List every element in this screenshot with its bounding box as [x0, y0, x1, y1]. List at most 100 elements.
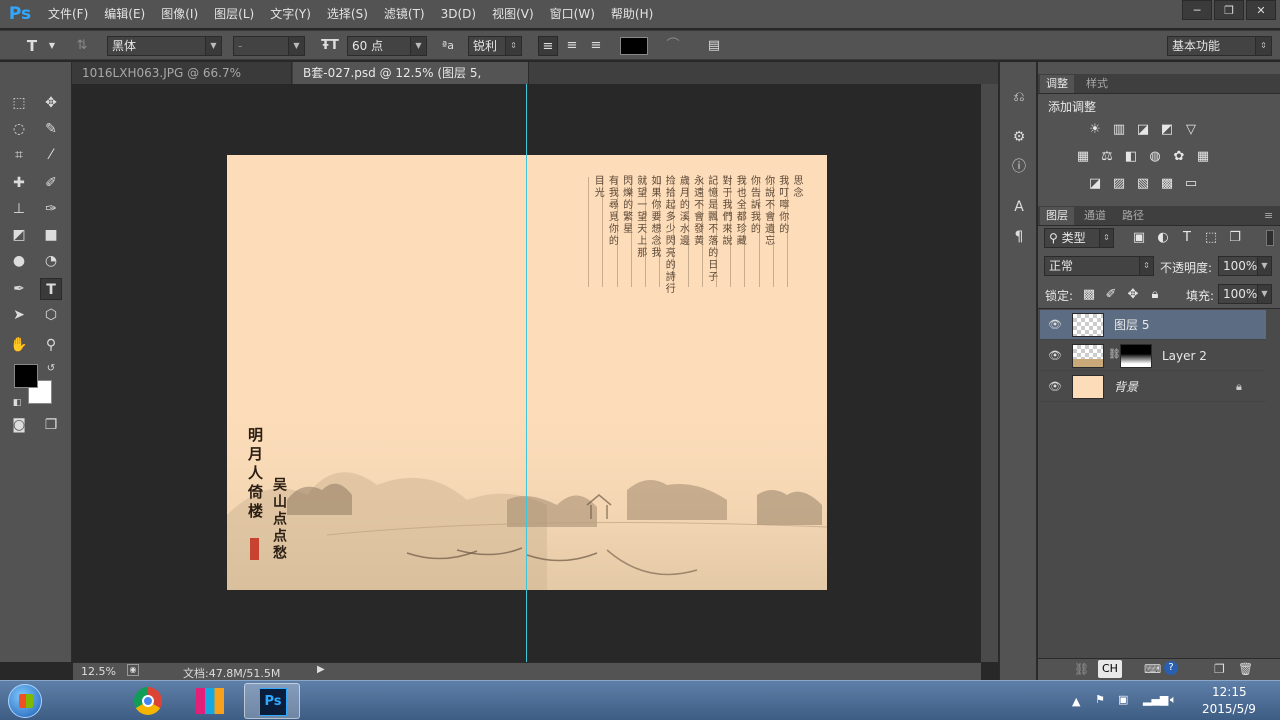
layer-row-5[interactable]: 👁︎ 图层 5 — [1040, 310, 1266, 340]
minimize-button[interactable]: ─ — [1182, 0, 1212, 20]
tab-layers[interactable]: 图层 — [1040, 207, 1074, 225]
close-window-button[interactable]: ✕ — [1246, 0, 1276, 20]
lock-pixels-icon[interactable]: ✐ — [1102, 287, 1120, 303]
new-layer-icon[interactable]: ❐ — [1214, 662, 1225, 676]
layer-row-background[interactable]: 👁︎ 背景 🔒︎ — [1040, 372, 1266, 402]
delete-layer-icon[interactable]: 🗑︎ — [1238, 662, 1253, 676]
channel-mixer-icon[interactable]: ✿ — [1170, 149, 1188, 165]
menu-layer[interactable]: 图层(L) — [206, 0, 262, 28]
hand-tool-icon[interactable]: ✋ — [8, 334, 30, 356]
path-select-tool-icon[interactable]: ➤ — [8, 304, 30, 326]
fill-input[interactable]: 100% ▼ — [1218, 284, 1272, 304]
ime-indicator[interactable]: CH — [1098, 660, 1122, 678]
status-info-icon[interactable]: ◉ — [127, 664, 139, 676]
quick-mask-icon[interactable]: ◙ — [8, 414, 30, 436]
brightness-icon[interactable]: ☀ — [1086, 122, 1104, 138]
layer-name[interactable]: 背景 — [1114, 372, 1138, 402]
restore-button[interactable]: ❐ — [1214, 0, 1244, 20]
menu-3d[interactable]: 3D(D) — [433, 0, 484, 28]
lock-position-icon[interactable]: ✥ — [1124, 287, 1142, 303]
gradient-tool-icon[interactable]: ■ — [40, 224, 62, 246]
dodge-tool-icon[interactable]: ◔ — [40, 250, 62, 272]
opacity-input[interactable]: 100% ▼ — [1218, 256, 1272, 276]
taskbar-photoshop[interactable]: Ps — [244, 683, 300, 719]
menu-help[interactable]: 帮助(H) — [603, 0, 661, 28]
calligraphy-line-2[interactable]: 吴山点点愁 — [269, 477, 289, 562]
swap-colors-icon[interactable]: ↺ — [40, 358, 62, 380]
character-panel-icon[interactable]: ▤ — [704, 36, 724, 56]
start-button[interactable] — [8, 684, 42, 718]
move-tool-icon[interactable]: ✥ — [40, 92, 62, 114]
quick-select-tool-icon[interactable]: ✎ — [40, 118, 62, 140]
visibility-eye-icon[interactable]: 👁︎ — [1048, 318, 1062, 332]
text-color-swatch[interactable] — [620, 37, 648, 55]
vertical-guide-line[interactable] — [526, 84, 527, 662]
tab-channels[interactable]: 通道 — [1078, 207, 1112, 225]
menu-type[interactable]: 文字(Y) — [262, 0, 319, 28]
info-panel-icon[interactable]: ⓘ — [1010, 158, 1028, 176]
layer-row-2[interactable]: 👁︎ ⛓ Layer 2 — [1040, 341, 1266, 371]
align-right-icon[interactable]: ≡ — [586, 36, 606, 56]
align-left-icon[interactable]: ≡ — [538, 36, 558, 56]
filter-pixel-icon[interactable]: ▣ — [1130, 230, 1148, 246]
paragraph-panel-icon[interactable]: ¶ — [1010, 228, 1028, 246]
exposure-icon[interactable]: ◩ — [1158, 122, 1176, 138]
layer-filter-select[interactable]: ⚲ 类型 ⇕ — [1044, 228, 1114, 248]
eraser-tool-icon[interactable]: ◩ — [8, 224, 30, 246]
screen-mode-icon[interactable]: ❐ — [40, 414, 62, 436]
visibility-eye-icon[interactable]: 👁︎ — [1048, 349, 1062, 363]
zoom-tool-icon[interactable]: ⚲ — [40, 334, 62, 356]
warp-text-icon[interactable]: ⌒ — [663, 36, 683, 56]
clock-date[interactable]: 2015/5/9 — [1202, 702, 1256, 716]
panel-menu-icon[interactable]: ≡ — [1258, 207, 1279, 225]
status-menu-arrow-icon[interactable]: ▶ — [317, 664, 325, 675]
black-white-icon[interactable]: ◧ — [1122, 149, 1140, 165]
calligraphy-line-1[interactable]: 明月人倚楼 — [245, 427, 266, 522]
clone-stamp-tool-icon[interactable]: ⊥ — [8, 198, 30, 220]
tray-flag-icon[interactable]: ⚑ — [1095, 693, 1105, 706]
history-brush-tool-icon[interactable]: ✑ — [40, 198, 62, 220]
align-center-icon[interactable]: ≡ — [562, 36, 582, 56]
threshold-icon[interactable]: ▧ — [1134, 176, 1152, 192]
canvas-area[interactable]: 思念 我叮嚀你的 你說不會遺忘 你告訴我的 我也全都珍藏 對于我們來說 記憶是飄不落的日子永… — [73, 84, 981, 662]
curves-icon[interactable]: ◪ — [1134, 122, 1152, 138]
photo-filter-icon[interactable]: ◍ — [1146, 149, 1164, 165]
volume-icon[interactable]: 🔈︎ — [1170, 693, 1177, 707]
color-lookup-icon[interactable]: ▦ — [1194, 149, 1212, 165]
tab-b027-psd[interactable]: B套-027.psd @ 12.5% (图层 5, RGB/8)× — [293, 62, 529, 102]
menu-image[interactable]: 图像(I) — [153, 0, 206, 28]
menu-filter[interactable]: 滤镜(T) — [376, 0, 433, 28]
filter-smart-icon[interactable]: ❐ — [1226, 230, 1244, 246]
properties-panel-icon[interactable]: ⚙ — [1010, 128, 1028, 146]
visibility-eye-icon[interactable]: 👁︎ — [1048, 380, 1062, 394]
mask-link-icon[interactable]: ⛓ — [1108, 349, 1121, 360]
hue-saturation-icon[interactable]: ▦ — [1074, 149, 1092, 165]
history-panel-icon[interactable]: ⎌ — [1010, 88, 1028, 106]
layer-name[interactable]: 图层 5 — [1114, 310, 1149, 340]
filter-type-icon[interactable]: T — [1178, 230, 1196, 246]
blur-tool-icon[interactable]: ● — [8, 250, 30, 272]
selective-color-icon[interactable]: ▩ — [1158, 176, 1176, 192]
zoom-level[interactable]: 12.5% — [81, 665, 116, 678]
foreground-color-swatch[interactable] — [14, 364, 38, 388]
tab-adjustments[interactable]: 调整 — [1040, 75, 1074, 93]
document-canvas[interactable]: 思念 我叮嚀你的 你說不會遺忘 你告訴我的 我也全都珍藏 對于我們來說 記憶是飄不落的日子永… — [227, 155, 827, 590]
font-size-select[interactable]: 60 点 ▼ — [347, 36, 427, 56]
lock-all-icon[interactable]: 🔒︎ — [1146, 287, 1164, 303]
type-tool-icon[interactable]: T — [40, 278, 62, 300]
eyedropper-tool-icon[interactable]: ⁄ — [40, 144, 62, 166]
layer-mask-thumbnail[interactable] — [1120, 344, 1152, 368]
levels-icon[interactable]: ▥ — [1110, 122, 1128, 138]
character-panel-icon[interactable]: A — [1010, 198, 1028, 216]
pen-tool-icon[interactable]: ✒ — [8, 278, 30, 300]
lasso-tool-icon[interactable]: ◌ — [8, 118, 30, 140]
default-colors-icon[interactable]: ◧ — [6, 392, 28, 414]
font-style-select[interactable]: - ▼ — [233, 36, 305, 56]
vibrance-icon[interactable]: ▽ — [1182, 122, 1200, 138]
help-icon[interactable]: ? — [1164, 661, 1178, 675]
marquee-tool-icon[interactable]: ⬚ — [8, 92, 30, 114]
tab-paths[interactable]: 路径 — [1116, 207, 1150, 225]
tray-expand-icon[interactable]: ▲ — [1072, 695, 1080, 708]
preset-dropdown-icon[interactable]: ▼ — [42, 36, 62, 56]
network-icon[interactable]: ▂▄▆ — [1143, 693, 1168, 706]
